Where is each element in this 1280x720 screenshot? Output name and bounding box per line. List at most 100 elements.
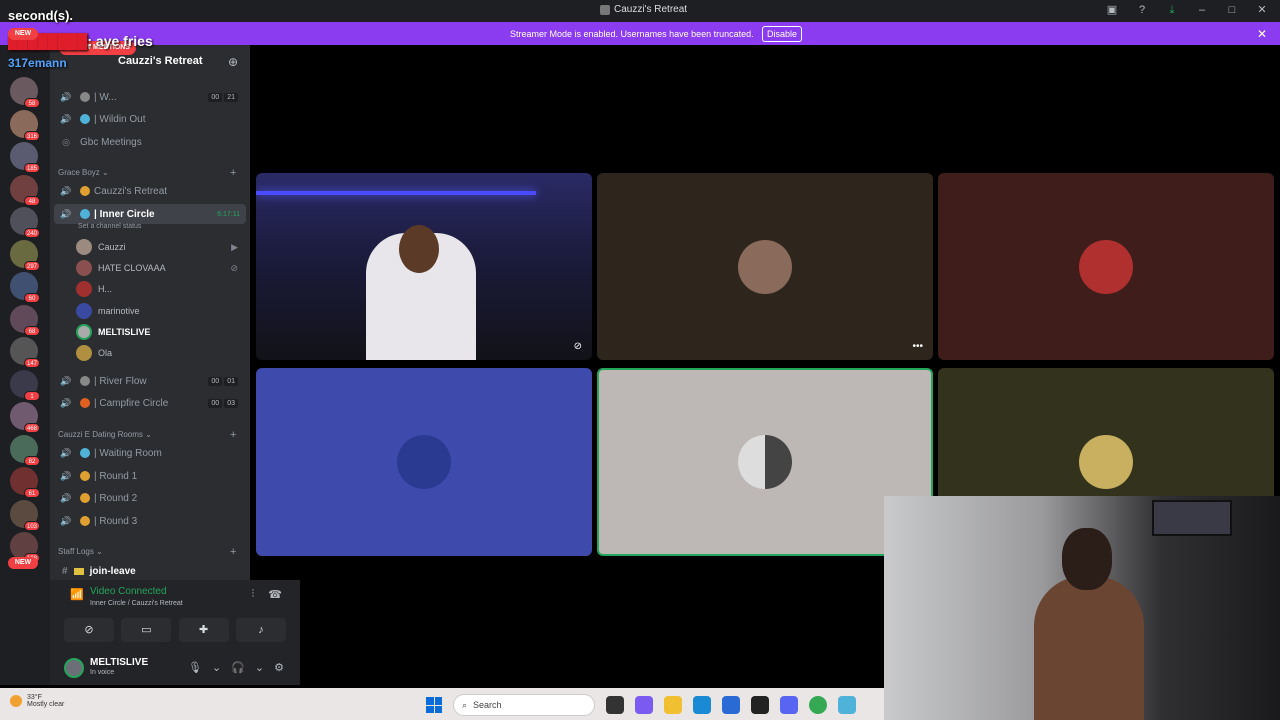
channel-item[interactable]: 🔊 | River Flow 00 01 [54,371,246,391]
server-icon[interactable]: 1 [10,369,40,401]
server-header[interactable]: Cauzzi's Retreat ⊕ [50,55,250,71]
speaker-icon: 🔊 [60,208,72,219]
channel-item[interactable]: 🔊 | Waiting Room [54,443,246,463]
server-icon[interactable]: 60 [10,272,40,303]
server-icon[interactable]: 240 [10,207,40,238]
camera-off-button[interactable]: ⊘ [64,618,114,642]
gear-icon[interactable]: ⚙ [274,661,284,674]
category-header[interactable]: Grace Boyz ⌄ + [58,167,236,179]
voice-user[interactable]: HATE CLOVAAA ⊘ [76,258,246,278]
channel-item[interactable]: 🔊 | Round 3 [54,511,246,531]
server-icon[interactable]: 185 [10,142,40,173]
noise-suppression-icon[interactable]: ⫶ [252,588,255,601]
inbox-icon[interactable]: ▣ [1106,3,1118,17]
video-tile[interactable] [938,173,1274,360]
headphones-icon[interactable]: 🎧 [231,661,245,674]
connection-location[interactable]: Inner Circle / Cauzzi's Retreat [90,600,183,607]
overlay-chat-line: second(s). [8,8,74,23]
voice-user[interactable]: marinotive [76,301,246,321]
category-header[interactable]: Cauzzi E Dating Rooms ⌄ + [58,429,236,441]
channel-item[interactable]: 🔊 | Round 2 [54,488,246,508]
mention-count-badge: 103 [23,520,40,531]
channel-item-active[interactable]: 🔊 | Inner Circle 6:17:11 Set a channel s… [54,204,246,230]
channel-item[interactable]: 🔊 | Wildin Out [54,109,246,129]
voice-user[interactable]: H... [76,279,246,299]
video-tile-main[interactable]: ⊘ [256,173,592,360]
server-icon[interactable]: 188 [10,532,40,563]
username[interactable]: MELTISLIVE [90,657,148,668]
chevron-down-icon[interactable]: ⌄ [255,661,264,674]
task-view-icon[interactable] [606,696,624,714]
avatar [76,281,92,297]
avatar[interactable] [64,658,84,678]
category-header[interactable]: Staff Logs ⌄ + [58,546,236,558]
voice-user[interactable]: Cauzzi ▶ [76,237,246,257]
app-icon[interactable] [751,696,769,714]
server-icon[interactable]: 468 [10,402,40,433]
weather-widget[interactable]: 33°F Mostly clear [10,694,64,708]
channel-item[interactable]: 🔊 | Campfire Circle 00 03 [54,393,246,413]
connection-status[interactable]: Video Connected [90,586,167,597]
muted-icon: ⊘ [230,262,238,273]
add-channel-icon[interactable]: + [230,546,236,558]
video-tile-speaking[interactable] [597,368,933,556]
mention-count-badge: 147 [23,358,40,368]
discord-icon[interactable] [780,696,798,714]
minimize-button[interactable]: – [1196,3,1208,17]
server-icon[interactable]: 316 [10,109,40,141]
windows-start-icon[interactable] [426,697,442,713]
add-channel-icon[interactable]: + [230,167,236,179]
channel-item[interactable]: ◎ Gbc Meetings [54,132,246,152]
text-channel-icon: # [62,565,68,577]
video-tile[interactable]: ••• [597,173,933,360]
close-icon[interactable]: ✕ [1257,27,1267,41]
add-channel-icon[interactable]: + [230,429,236,441]
server-icon[interactable]: 68 [10,304,40,336]
close-button[interactable]: ✕ [1256,3,1268,17]
file-explorer-icon[interactable] [664,696,682,714]
copilot-icon[interactable] [635,696,653,714]
server-icon[interactable]: 58 [10,77,40,108]
chevron-down-icon[interactable]: ⌄ [212,661,221,674]
server-icon[interactable]: 297 [10,239,40,271]
activities-button[interactable]: ✚ [178,618,229,642]
server-icon[interactable]: 103 [10,499,40,531]
voice-user[interactable]: MELTISLIVE [76,322,246,342]
server-icon[interactable]: 147 [10,337,40,368]
channel-item-join-leave[interactable]: # join-leave [54,562,246,580]
server-name[interactable]: Cauzzi's Retreat [118,55,203,67]
user-panel: MELTISLIVE In voice 🎙 ⌄ 🎧 ⌄ ⚙ [50,650,300,685]
store-icon[interactable] [722,696,740,714]
signal-icon[interactable]: 📶 [70,588,84,601]
channel-status[interactable]: Set a channel status [78,223,141,230]
server-icon[interactable]: 61 [10,467,40,498]
speaker-icon: 🔊 [60,515,72,526]
channel-item[interactable]: 🔊 Cauzzi's Retreat [54,181,246,201]
download-icon[interactable]: ⤓ [1166,3,1178,17]
video-tile[interactable] [256,368,592,556]
chrome-icon[interactable] [809,696,827,714]
edge-icon[interactable] [693,696,711,714]
more-options-icon[interactable]: ••• [912,341,923,352]
voice-user[interactable]: Ola [76,343,246,363]
channel-item[interactable]: 🔊 | W... 00 21 [54,87,246,107]
disconnect-icon[interactable]: ☎ [268,588,282,601]
server-rail: 58 316 185 48 240 297 60 68 147 1 468 82 61 103188 [0,45,50,685]
video-icon: ▶ [231,241,238,252]
server-icon[interactable]: 82 [10,434,40,466]
add-member-icon[interactable]: ⊕ [228,55,238,69]
disable-button[interactable]: Disable [762,26,803,42]
taskbar-search[interactable]: ⌕ Search [453,694,595,716]
server-icon[interactable]: 48 [10,174,40,206]
app-icon[interactable] [838,696,856,714]
screen-share-button[interactable]: ▭ [121,618,172,642]
channel-item[interactable]: 🔊 | Round 1 [54,466,246,486]
soundboard-button[interactable]: ♪ [235,618,286,642]
avatar [397,435,451,489]
maximize-button[interactable]: □ [1226,3,1238,17]
help-icon[interactable]: ? [1136,3,1148,17]
microphone-icon[interactable]: 🎙 [188,661,202,674]
mention-count-badge: 58 [24,98,40,108]
channel-emoji [80,209,90,219]
avatar [1079,239,1133,294]
